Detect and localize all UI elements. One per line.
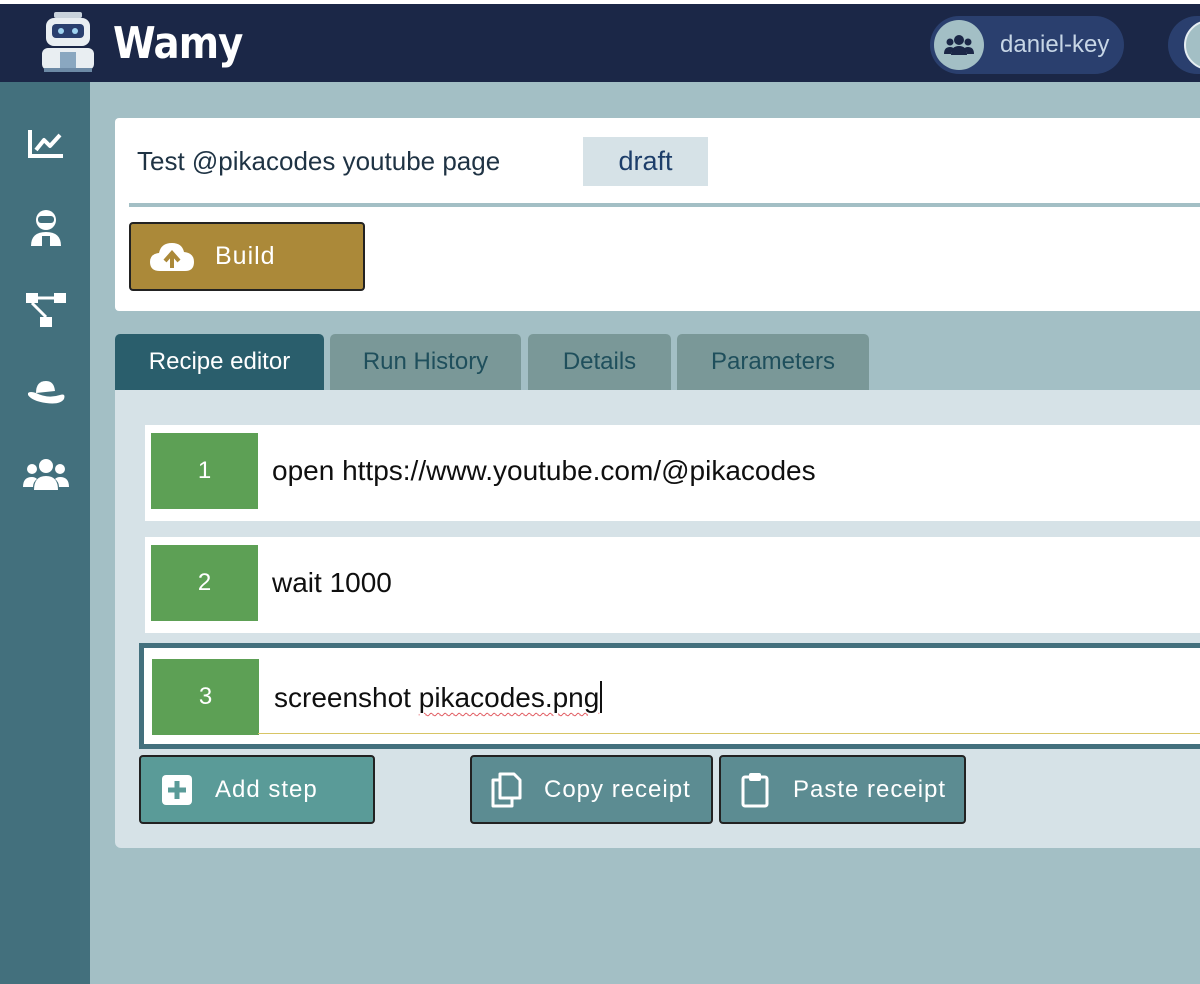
- step-row: 2 wait 1000: [145, 537, 1200, 633]
- command-keyword: screenshot: [274, 682, 419, 713]
- paste-receipt-button[interactable]: Paste receipt: [719, 755, 966, 824]
- chart-line-icon: [28, 130, 63, 158]
- user-name: daniel-key: [1000, 31, 1110, 58]
- header-divider: [129, 203, 1200, 207]
- build-button[interactable]: Build: [129, 222, 365, 291]
- status-badge: draft: [583, 137, 708, 186]
- robot-icon: [31, 210, 61, 246]
- users-avatar-icon: [934, 20, 984, 70]
- build-button-label: Build: [215, 242, 276, 270]
- step-row: 1 open https://www.youtube.com/@pikacode…: [145, 425, 1200, 521]
- secondary-account-button[interactable]: [1168, 16, 1200, 74]
- text-caret: [600, 681, 603, 713]
- step-command-input[interactable]: open https://www.youtube.com/@pikacodes: [272, 455, 816, 487]
- copy-receipt-label: Copy receipt: [544, 775, 691, 803]
- copy-receipt-button[interactable]: Copy receipt: [470, 755, 713, 824]
- sidebar-item-redhat[interactable]: [22, 368, 70, 416]
- app-title: Wamy: [113, 18, 243, 69]
- command-argument: pikacodes.png: [418, 682, 600, 713]
- sidebar-item-bots[interactable]: [22, 204, 70, 252]
- sidebar-item-analytics[interactable]: [22, 120, 70, 168]
- recipe-header-card: Test @pikacodes youtube page draft Build: [115, 118, 1200, 311]
- step-row-active: 3 screenshot pikacodes.png: [139, 643, 1200, 749]
- input-underline: [258, 733, 1200, 734]
- top-bar: Wamy daniel-key: [0, 0, 1200, 82]
- step-number[interactable]: 2: [151, 545, 258, 621]
- sidebar-item-workflows[interactable]: [22, 286, 70, 334]
- users-avatar-icon: [1184, 20, 1200, 70]
- recipe-title: Test @pikacodes youtube page: [137, 146, 501, 176]
- cloud-upload-icon: [149, 239, 197, 275]
- robot-logo-icon: [40, 10, 96, 74]
- step-number[interactable]: 1: [151, 433, 258, 509]
- step-command-input[interactable]: screenshot pikacodes.png: [274, 681, 603, 714]
- add-step-label: Add step: [215, 775, 318, 803]
- add-step-button[interactable]: Add step: [139, 755, 375, 824]
- sitemap-icon: [26, 293, 66, 327]
- users-icon: [23, 459, 69, 490]
- plus-square-icon: [157, 770, 197, 810]
- tab-recipe-editor[interactable]: Recipe editor: [115, 334, 324, 390]
- paste-receipt-label: Paste receipt: [793, 775, 947, 803]
- tab-run-history[interactable]: Run History: [330, 334, 521, 390]
- copy-icon: [486, 770, 526, 810]
- step-number[interactable]: 3: [152, 659, 259, 735]
- step-command-input[interactable]: wait 1000: [272, 567, 392, 599]
- tab-parameters[interactable]: Parameters: [677, 334, 869, 390]
- tab-details[interactable]: Details: [528, 334, 671, 390]
- clipboard-icon: [735, 770, 775, 810]
- hat-icon: [28, 381, 65, 404]
- user-menu-button[interactable]: daniel-key: [930, 16, 1124, 74]
- sidebar: [0, 82, 90, 984]
- sidebar-item-teams[interactable]: [22, 450, 70, 498]
